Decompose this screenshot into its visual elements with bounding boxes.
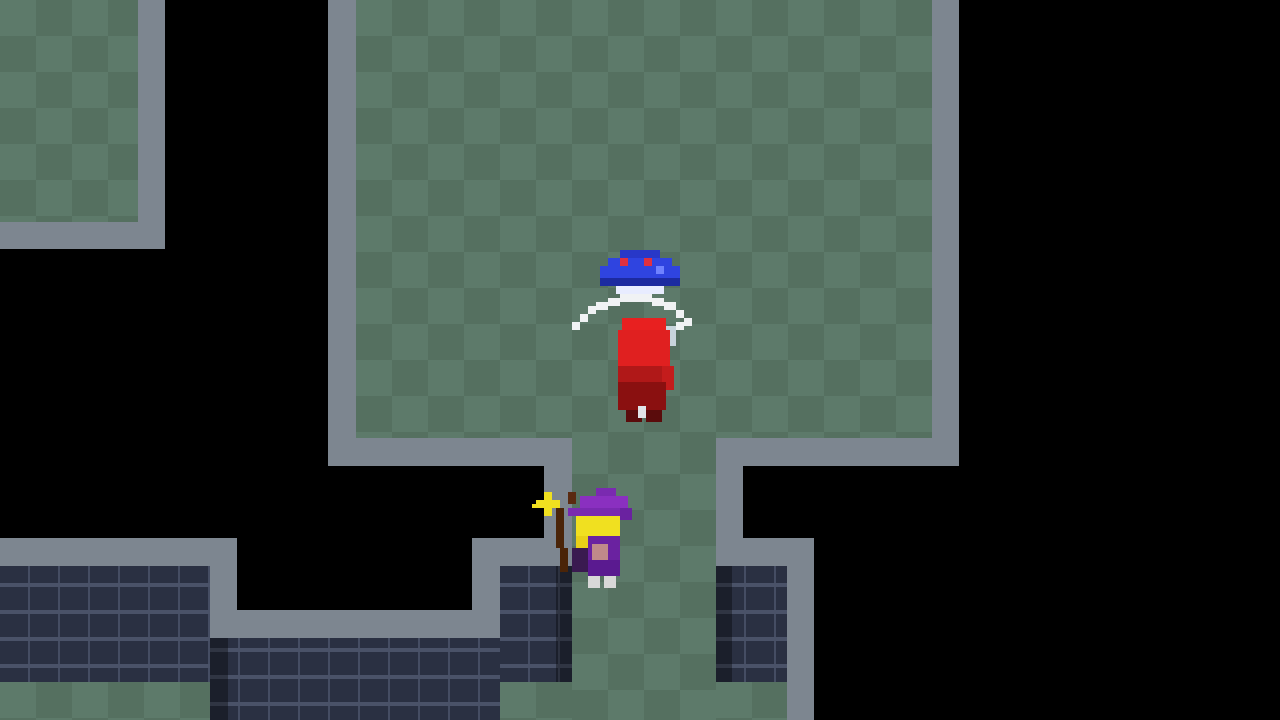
wall-main-left [328, 0, 356, 466]
wall-lower-right-side [787, 538, 814, 720]
brick-shade-mid [210, 638, 228, 720]
wall-lower-left-top [0, 538, 237, 566]
wall-main-bottom-left [328, 438, 572, 466]
knight-icon[interactable] [614, 318, 674, 422]
floor-lower-mid [500, 682, 572, 720]
game-viewport[interactable] [0, 0, 1280, 720]
brick-wall-lower-mid [210, 638, 500, 720]
brick-shade-right [716, 566, 732, 682]
wall-main-bottom-right [716, 438, 959, 466]
wall-room-topleft-bottom [0, 222, 165, 249]
wall-lower-mid-top [210, 610, 500, 638]
wall-room-topleft-right [138, 0, 165, 249]
floor-room-topleft [0, 0, 138, 222]
wall-corridor-right [716, 466, 743, 540]
wall-main-right [932, 0, 959, 466]
brick-wall-lower-left [0, 566, 210, 682]
slime-icon[interactable] [600, 250, 680, 294]
floor-lower-right [716, 682, 787, 720]
wizard-icon[interactable] [532, 488, 636, 592]
floor-lower-left [0, 682, 210, 720]
wall-lower-mid-right-side [472, 538, 500, 638]
